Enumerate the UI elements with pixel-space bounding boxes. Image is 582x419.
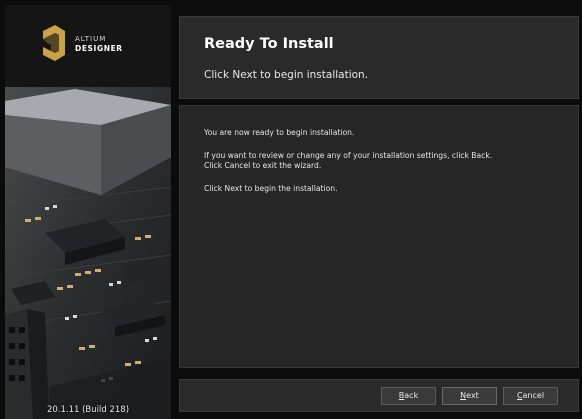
next-message: Click Next to begin the installation. [204,184,338,193]
logo-text-designer: DESIGNER [75,44,123,53]
ready-message: You are now ready to begin installation. [204,128,355,137]
logo-text-altium: ALTIUM [75,35,107,43]
circuit-board-image [5,87,171,419]
version-label: 20.1.11 (Build 218) [46,405,130,415]
page-title: Ready To Install [204,36,334,52]
next-button-label: ext [466,391,479,400]
cancel-button-label: ancel [522,391,545,400]
next-button[interactable]: Next [442,387,497,405]
button-bar: Back Next Cancel [179,379,579,412]
review-message: If you want to review or change any of y… [204,151,493,160]
back-button[interactable]: Back [381,387,436,405]
header-panel: Ready To Install Click Next to begin ins… [179,16,579,99]
back-button-label: ack [404,391,419,400]
logo-area: ALTIUM DESIGNER [5,5,171,87]
branding-panel: ALTIUM DESIGNER 20.1.11 (Build 218) [5,5,171,419]
cancel-button[interactable]: Cancel [503,387,558,405]
content-panel: You are now ready to begin installation.… [179,105,579,368]
installer-window: ALTIUM DESIGNER 20.1.11 (Build 218) Read… [0,0,582,419]
cancel-message: Click Cancel to exit the wizard. [204,161,322,170]
altium-a-icon [43,25,65,61]
page-subtitle: Click Next to begin installation. [204,69,369,81]
